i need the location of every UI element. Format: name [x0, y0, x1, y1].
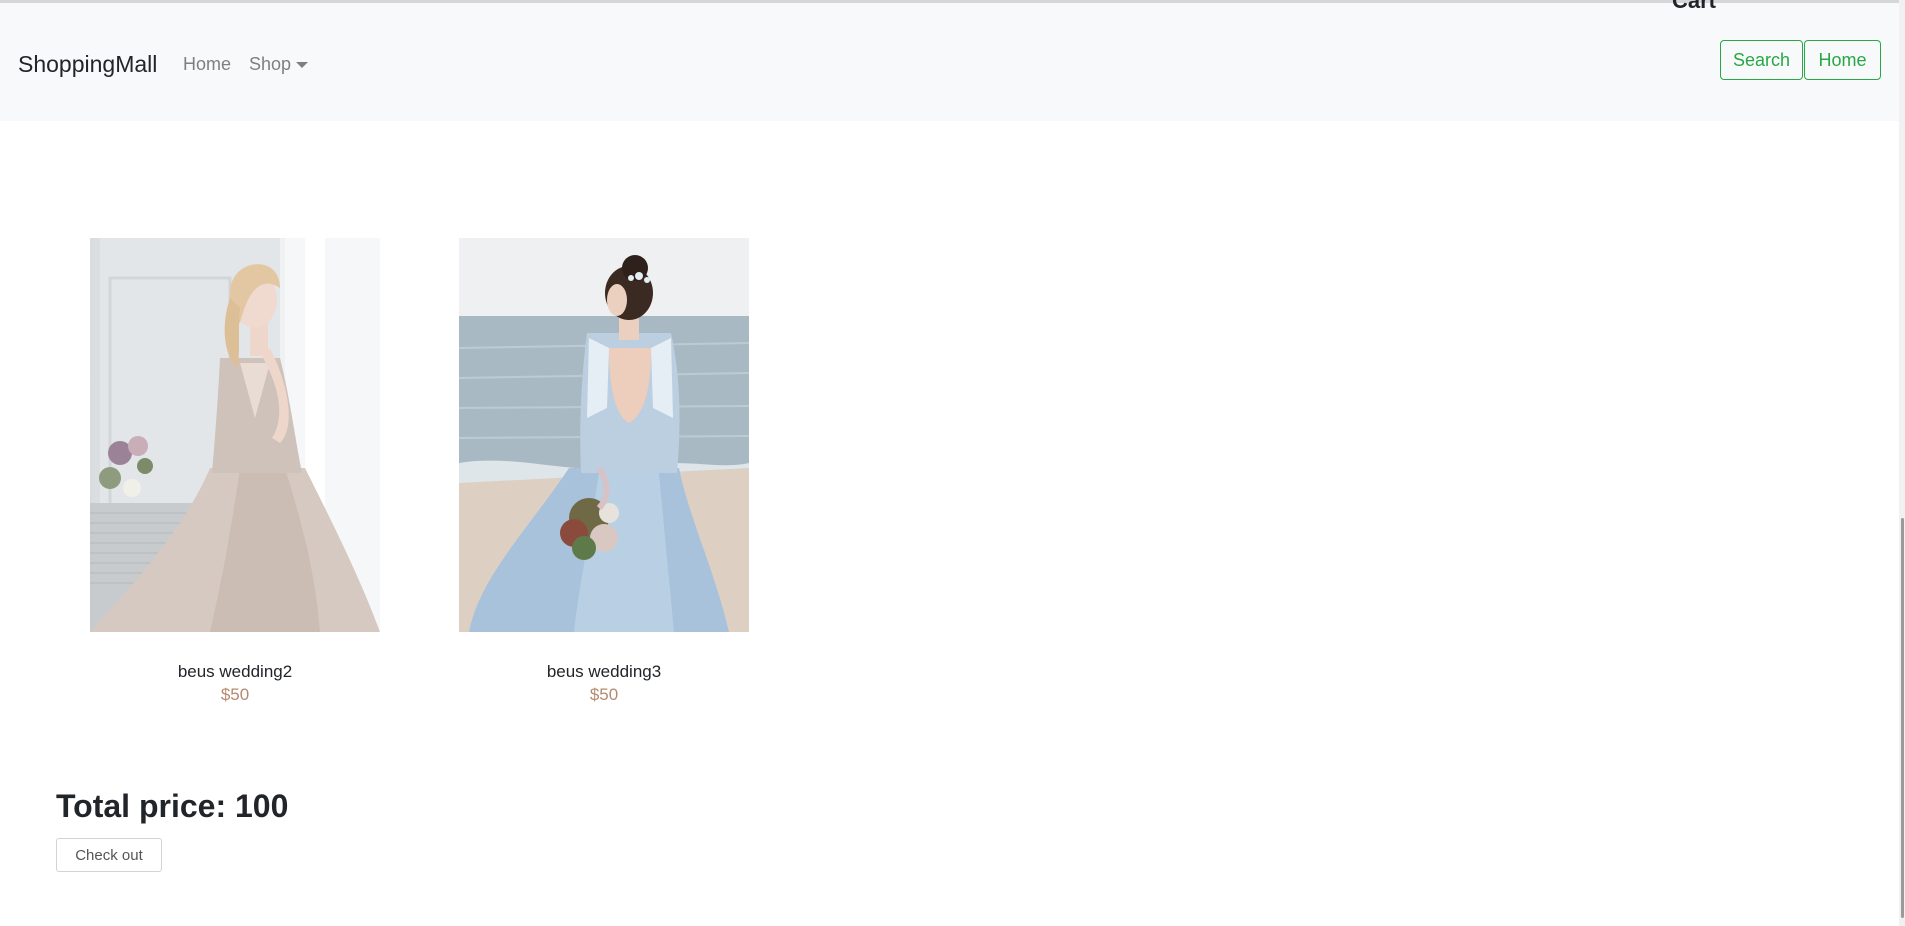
nav-dropdown-shop[interactable]: Shop — [249, 54, 309, 75]
product-name[interactable]: beus wedding2 — [90, 662, 380, 682]
search-button[interactable]: Search — [1720, 40, 1803, 80]
product-price: $50 — [589, 685, 619, 704]
caret-down-icon — [296, 62, 309, 69]
bride-beige-illustration — [90, 238, 380, 632]
product-name[interactable]: beus wedding3 — [459, 662, 749, 682]
cart-item: beus wedding3 $50 — [459, 238, 749, 705]
brand-logo[interactable]: ShoppingMall — [18, 51, 157, 78]
home-button[interactable]: Home — [1804, 40, 1881, 80]
nav-link-home[interactable]: Home — [183, 54, 231, 75]
cart-item: beus wedding2 $50 — [90, 238, 380, 705]
cart-heading: Cart — [1672, 0, 1717, 13]
product-image-bride-beige[interactable] — [90, 238, 380, 632]
checkout-button[interactable]: Check out — [56, 838, 162, 872]
product-image-bride-blue[interactable] — [459, 238, 749, 632]
navbar: ShoppingMall Home Shop Search Home — [0, 3, 1905, 121]
nav-dropdown-shop-label: Shop — [249, 54, 292, 74]
total-price: Total price: 100 — [56, 788, 289, 824]
bride-blue-illustration — [459, 238, 749, 632]
scrollbar-thumb[interactable] — [1901, 518, 1904, 918]
product-price: $50 — [220, 685, 250, 704]
